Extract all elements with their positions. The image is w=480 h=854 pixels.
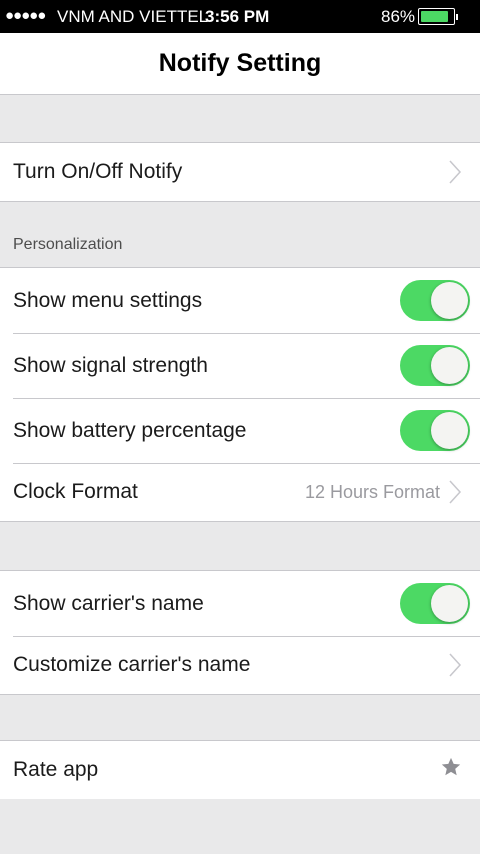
customize-carrier-name-label: Customize carrier's name (13, 653, 251, 676)
show-menu-settings-row: Show menu settings (0, 268, 480, 333)
battery-percentage: 86% (381, 7, 416, 26)
show-signal-strength-label: Show signal strength (13, 353, 208, 377)
status-time: 3:56 PM (205, 7, 270, 26)
chevron-right-icon (448, 159, 462, 185)
page-title: Notify Setting (158, 49, 322, 77)
rate-app-label: Rate app (13, 758, 99, 781)
status-bar: ●●●●● VNM AND VIETTEL 3:56 PM 86% (0, 0, 480, 33)
chevron-right-icon (448, 479, 462, 505)
star-icon (440, 756, 462, 785)
show-signal-strength-toggle[interactable] (400, 345, 470, 386)
carrier-name: VNM AND VIETTEL (57, 7, 209, 26)
carrier-group: Show carrier's name Customize carrier's … (0, 570, 480, 695)
rate-group: Rate app (0, 740, 480, 799)
turn-on-off-notify-row[interactable]: Turn On/Off Notify (0, 143, 480, 201)
signal-strength-icon: ●●●●● (5, 7, 46, 24)
turn-on-off-notify-label: Turn On/Off Notify (13, 160, 183, 183)
customize-carrier-name-row[interactable]: Customize carrier's name (0, 636, 480, 694)
personalization-section-header: Personalization (13, 236, 123, 253)
show-signal-strength-row: Show signal strength (0, 333, 480, 398)
show-menu-settings-toggle[interactable] (400, 280, 470, 321)
show-battery-percentage-label: Show battery percentage (13, 418, 247, 442)
notify-group: Turn On/Off Notify (0, 142, 480, 202)
show-menu-settings-label: Show menu settings (13, 288, 203, 312)
show-battery-percentage-row: Show battery percentage (0, 398, 480, 463)
show-carrier-name-toggle[interactable] (400, 583, 470, 624)
battery-icon (418, 8, 458, 25)
clock-format-label: Clock Format (13, 480, 138, 503)
chevron-right-icon (448, 652, 462, 678)
rate-app-row[interactable]: Rate app (0, 741, 480, 799)
show-carrier-name-row: Show carrier's name (0, 571, 480, 636)
personalization-group: Show menu settings Show signal strength … (0, 267, 480, 522)
navigation-bar: Notify Setting (0, 33, 480, 95)
show-carrier-name-label: Show carrier's name (13, 591, 204, 615)
clock-format-row[interactable]: Clock Format 12 Hours Format (0, 463, 480, 521)
clock-format-value: 12 Hours Format (304, 481, 440, 502)
show-battery-percentage-toggle[interactable] (400, 410, 470, 451)
